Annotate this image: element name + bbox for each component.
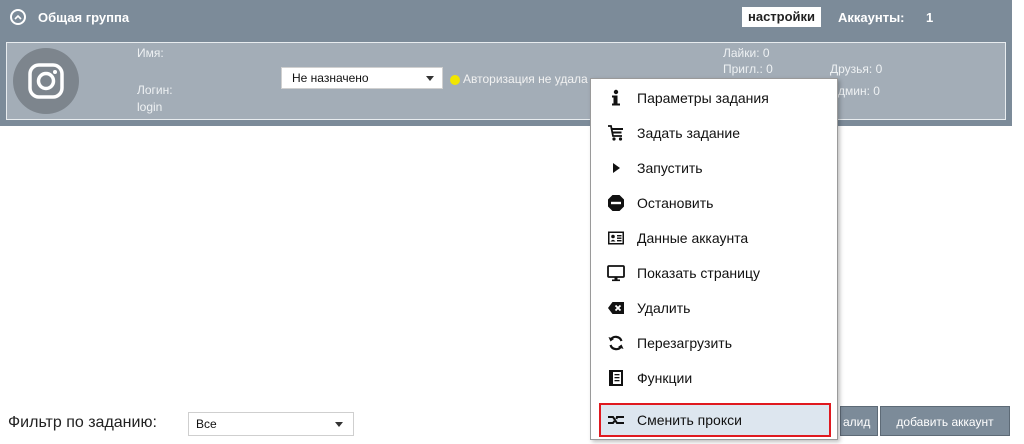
info-icon <box>607 89 625 107</box>
account-row[interactable]: Имя: Логин: login Не назначено Авторизац… <box>6 42 1006 120</box>
menu-item-change-proxy[interactable]: Сменить прокси <box>599 403 831 437</box>
status-dot-icon <box>450 75 460 85</box>
invites-label: Пригл.: 0 <box>723 62 773 76</box>
invalid-button[interactable]: алид <box>840 406 878 436</box>
collapse-group-icon[interactable] <box>10 9 26 25</box>
chevron-down-icon <box>426 76 434 81</box>
menu-item-label: Перезагрузить <box>637 335 732 351</box>
menu-item-task-params[interactable]: Параметры задания <box>599 81 831 115</box>
menu-item-label: Функции <box>637 370 693 386</box>
id-card-icon <box>607 229 625 247</box>
settings-button[interactable]: настройки <box>742 7 822 27</box>
instagram-icon <box>28 63 64 99</box>
status-text: Авторизация не удала <box>463 72 588 86</box>
likes-label: Лайки: 0 <box>723 46 770 60</box>
reload-icon <box>607 334 625 352</box>
friends-label: Друзья: 0 <box>830 62 883 76</box>
delete-icon <box>607 299 625 317</box>
login-value: login <box>137 100 163 114</box>
group-header: Общая группа настройки Аккаунты: 1 <box>0 0 1012 36</box>
accounts-count: 1 <box>926 10 934 25</box>
menu-item-account-data[interactable]: Данные аккаунта <box>599 221 831 255</box>
filter-select[interactable]: Все <box>188 412 354 436</box>
task-select-value: Не назначено <box>292 71 369 85</box>
add-account-button[interactable]: добавить аккаунт <box>880 406 1010 436</box>
menu-item-reload[interactable]: Перезагрузить <box>599 326 831 360</box>
menu-item-label: Запустить <box>637 160 703 176</box>
cart-icon <box>607 124 625 142</box>
menu-item-label: Задать задание <box>637 125 740 141</box>
filter-label: Фильтр по заданию: <box>8 414 157 431</box>
menu-item-set-task[interactable]: Задать задание <box>599 116 831 150</box>
monitor-icon <box>607 264 625 282</box>
menu-item-label: Остановить <box>637 195 714 211</box>
accounts-label: Аккаунты: <box>838 10 905 25</box>
group-title: Общая группа <box>38 10 130 25</box>
swap-icon <box>607 411 625 429</box>
account-card: Имя: Логин: login Не назначено Авторизац… <box>0 36 1012 126</box>
menu-item-label: Удалить <box>637 300 691 316</box>
menu-item-label: Данные аккаунта <box>637 230 749 246</box>
task-select[interactable]: Не назначено <box>281 67 443 89</box>
menu-item-label: Параметры задания <box>637 90 769 106</box>
context-menu: Параметры задания Задать задание Запусти… <box>590 78 838 440</box>
filter-select-value: Все <box>196 417 217 431</box>
book-icon <box>607 369 625 387</box>
menu-item-functions[interactable]: Функции <box>599 361 831 395</box>
avatar <box>13 48 79 114</box>
stop-icon <box>607 194 625 212</box>
login-label: Логин: <box>137 83 173 97</box>
chevron-down-icon <box>335 422 343 427</box>
menu-item-show-page[interactable]: Показать страницу <box>599 256 831 290</box>
menu-item-stop[interactable]: Остановить <box>599 186 831 220</box>
play-icon <box>607 159 625 177</box>
menu-item-start[interactable]: Запустить <box>599 151 831 185</box>
menu-item-delete[interactable]: Удалить <box>599 291 831 325</box>
name-label: Имя: <box>137 46 164 60</box>
menu-item-label: Показать страницу <box>637 265 760 281</box>
menu-item-label: Сменить прокси <box>637 412 742 428</box>
